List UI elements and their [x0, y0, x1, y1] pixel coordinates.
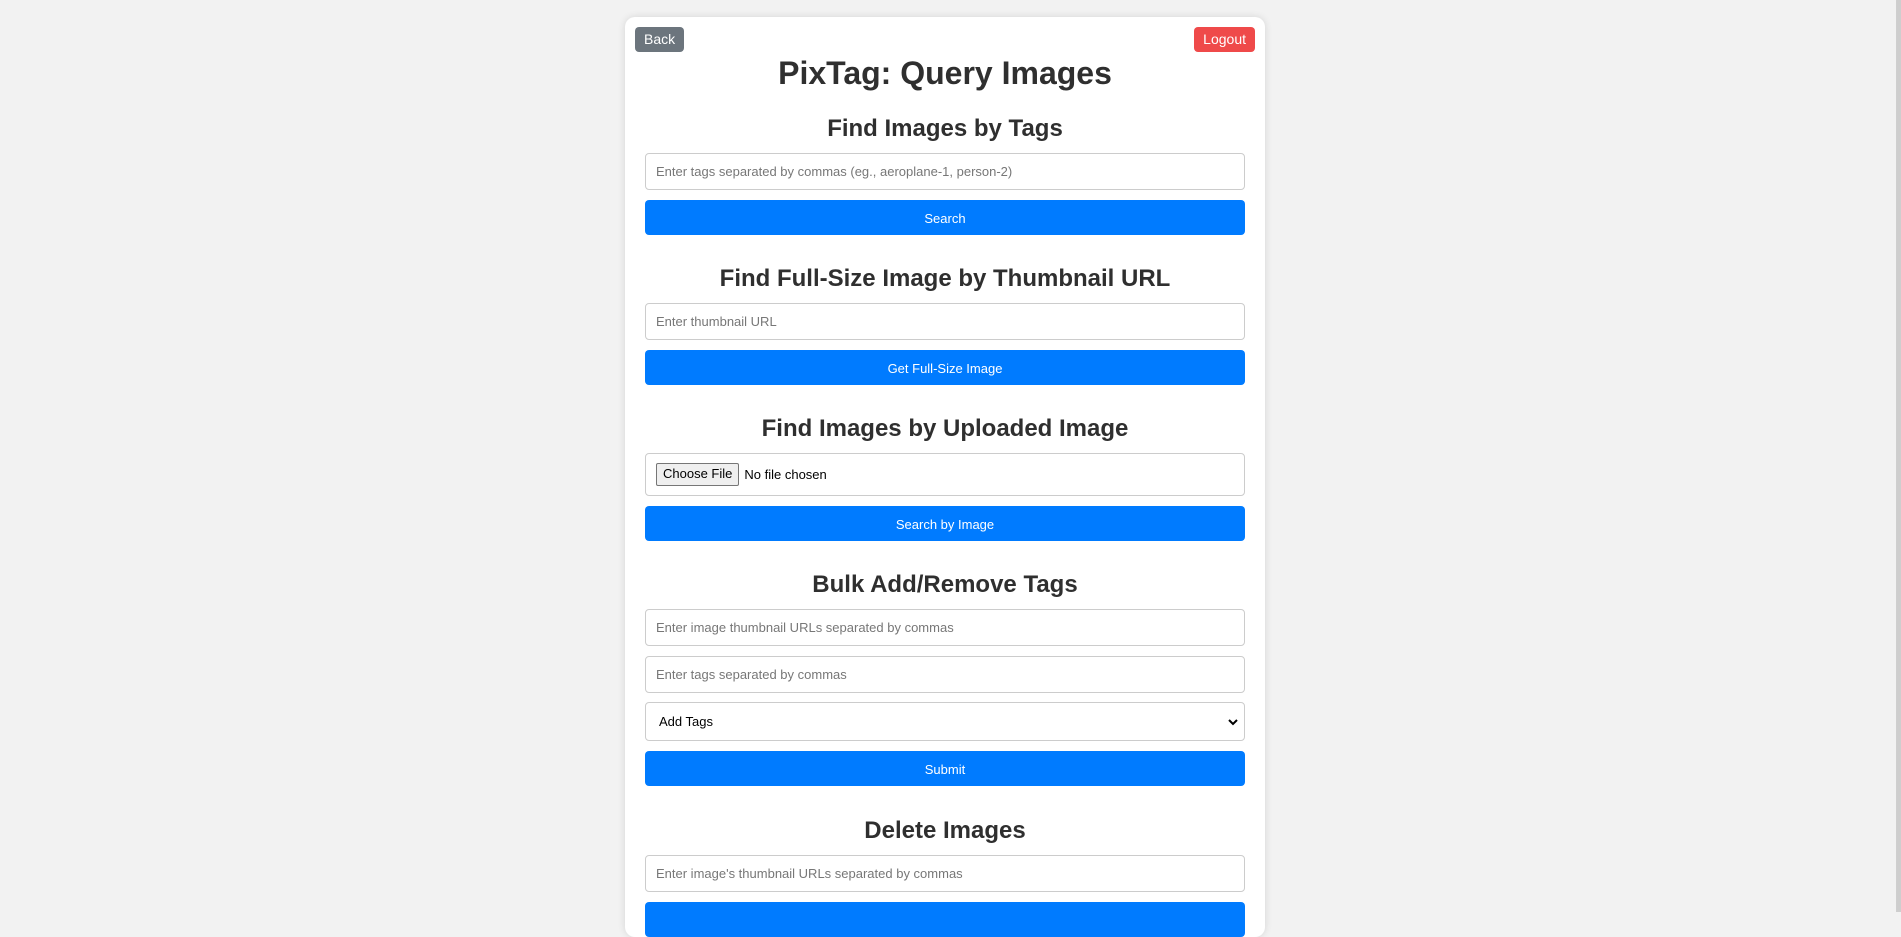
thumbnail-section-heading: Find Full-Size Image by Thumbnail URL	[719, 265, 1171, 292]
bulk-action-select[interactable]: Add Tags	[645, 702, 1245, 741]
chevron-down-icon	[1228, 718, 1238, 725]
choose-file-button[interactable]: Choose File	[656, 463, 740, 486]
upload-section-heading: Find Images by Uploaded Image	[761, 415, 1129, 442]
page-title: PixTag: Query Images	[778, 55, 1112, 91]
search-by-image-button[interactable]: Search by Image	[645, 506, 1245, 541]
thumbnail-url-input[interactable]	[645, 303, 1245, 340]
back-button[interactable]: Back	[635, 27, 685, 52]
tags-search-button[interactable]: Search	[645, 200, 1245, 235]
file-status-text: No file chosen	[744, 467, 827, 482]
tags-section-heading: Find Images by Tags	[827, 115, 1063, 142]
file-upload-field[interactable]: Choose File No file chosen	[645, 453, 1245, 496]
bulk-action-selected: Add Tags	[659, 714, 713, 729]
delete-urls-input[interactable]	[645, 855, 1245, 892]
delete-section-heading: Delete Images	[864, 817, 1026, 844]
logout-button[interactable]: Logout	[1194, 27, 1255, 52]
bulk-urls-input[interactable]	[645, 609, 1245, 646]
bulk-tags-input[interactable]	[645, 656, 1245, 693]
query-card: Back Logout PixTag: Query Images Find Im…	[625, 17, 1265, 937]
get-full-size-button[interactable]: Get Full-Size Image	[645, 350, 1245, 385]
bulk-submit-button[interactable]: Submit	[645, 751, 1245, 786]
delete-button[interactable]	[645, 902, 1245, 937]
scrollbar[interactable]	[1897, 0, 1901, 912]
tags-search-input[interactable]	[645, 153, 1245, 190]
bulk-section-heading: Bulk Add/Remove Tags	[812, 571, 1078, 598]
